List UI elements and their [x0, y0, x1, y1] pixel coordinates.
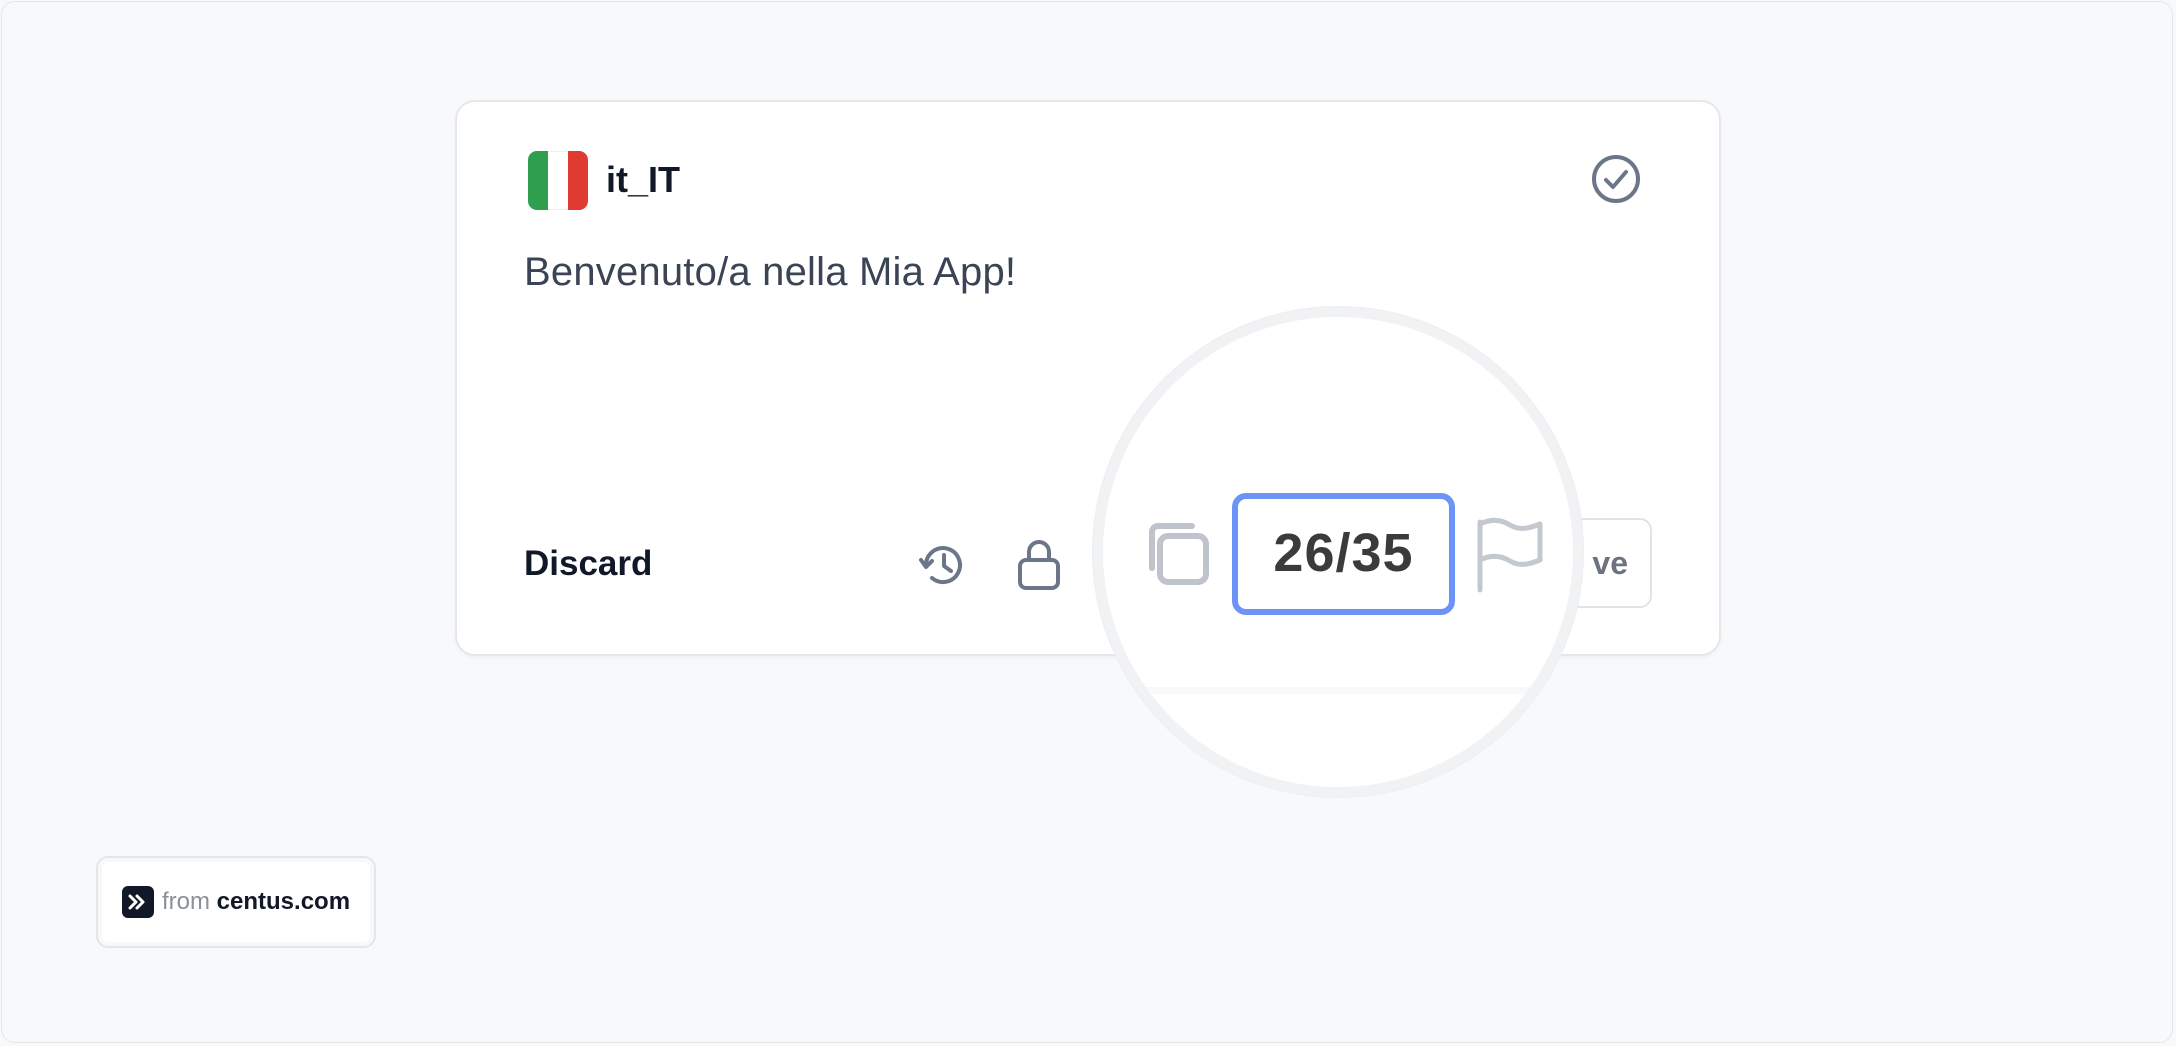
copy-icon[interactable]	[1140, 516, 1216, 592]
character-counter: 26/35	[1232, 493, 1455, 615]
flag-icon[interactable]	[1474, 516, 1544, 594]
badge-domain: centus.com	[216, 888, 351, 915]
check-circle-icon[interactable]	[1590, 153, 1642, 205]
discard-button[interactable]: Discard	[524, 538, 652, 590]
translation-text[interactable]: Benvenuto/a nella Mia App!	[524, 245, 1016, 299]
locale-code: it_IT	[606, 159, 681, 200]
badge-text: from centus.com	[162, 884, 350, 920]
history-icon[interactable]	[918, 540, 968, 590]
centus-badge[interactable]: from centus.com	[96, 856, 376, 948]
italy-flag-icon	[528, 151, 588, 210]
lock-icon[interactable]	[1012, 536, 1066, 592]
badge-prefix: from	[162, 888, 210, 915]
magnified-card-edge	[1103, 687, 1573, 695]
double-chevron-right-icon	[122, 886, 154, 918]
